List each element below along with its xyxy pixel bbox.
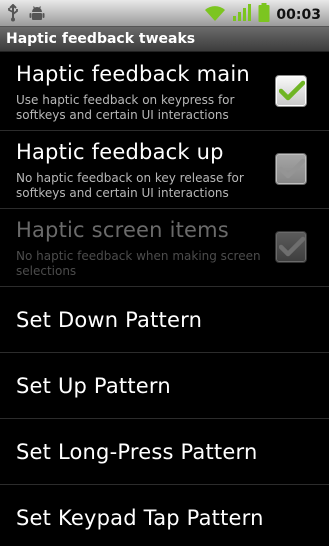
- status-bar: 00:03: [0, 0, 329, 27]
- haptic-up-checkbox[interactable]: [275, 153, 307, 185]
- checkmark-icon: [279, 158, 305, 179]
- android-debug-icon: [28, 4, 46, 26]
- item-title: Set Down Pattern: [16, 308, 203, 332]
- set-long-press-pattern-item[interactable]: Set Long-Press Pattern: [0, 419, 329, 485]
- set-up-pattern-item[interactable]: Set Up Pattern: [0, 353, 329, 419]
- pref-summary: No haptic feedback on key release for so…: [16, 171, 244, 200]
- preference-list: Haptic feedback main Use haptic feedback…: [0, 53, 329, 546]
- haptic-main-checkbox[interactable]: [275, 75, 307, 107]
- item-title: Set Up Pattern: [16, 374, 171, 398]
- battery-icon: [258, 3, 270, 27]
- usb-icon: [6, 3, 20, 26]
- pref-title: Haptic feedback main: [16, 62, 250, 86]
- checkmark-icon: [279, 236, 305, 257]
- item-title: Set Keypad Tap Pattern: [16, 506, 264, 530]
- wifi-icon: [204, 4, 226, 26]
- item-title: Set Long-Press Pattern: [16, 440, 258, 464]
- pref-title: Haptic feedback up: [16, 140, 224, 164]
- set-keypad-tap-pattern-item[interactable]: Set Keypad Tap Pattern: [0, 485, 329, 546]
- pref-summary: No haptic feedback when making screen se…: [16, 249, 261, 278]
- haptic-screen-items-checkbox: [275, 231, 307, 263]
- pref-summary: Use haptic feedback on keypress for soft…: [16, 93, 235, 122]
- checkmark-icon: [279, 80, 305, 101]
- signal-icon: [232, 4, 252, 26]
- pref-haptic-feedback-main[interactable]: Haptic feedback main Use haptic feedback…: [0, 53, 329, 131]
- clock: 00:03: [276, 7, 321, 23]
- pref-haptic-feedback-up[interactable]: Haptic feedback up No haptic feedback on…: [0, 131, 329, 209]
- screen-title: Haptic feedback tweaks: [0, 27, 329, 52]
- set-down-pattern-item[interactable]: Set Down Pattern: [0, 287, 329, 353]
- pref-haptic-screen-items: Haptic screen items No haptic feedback w…: [0, 209, 329, 287]
- pref-title: Haptic screen items: [16, 218, 229, 242]
